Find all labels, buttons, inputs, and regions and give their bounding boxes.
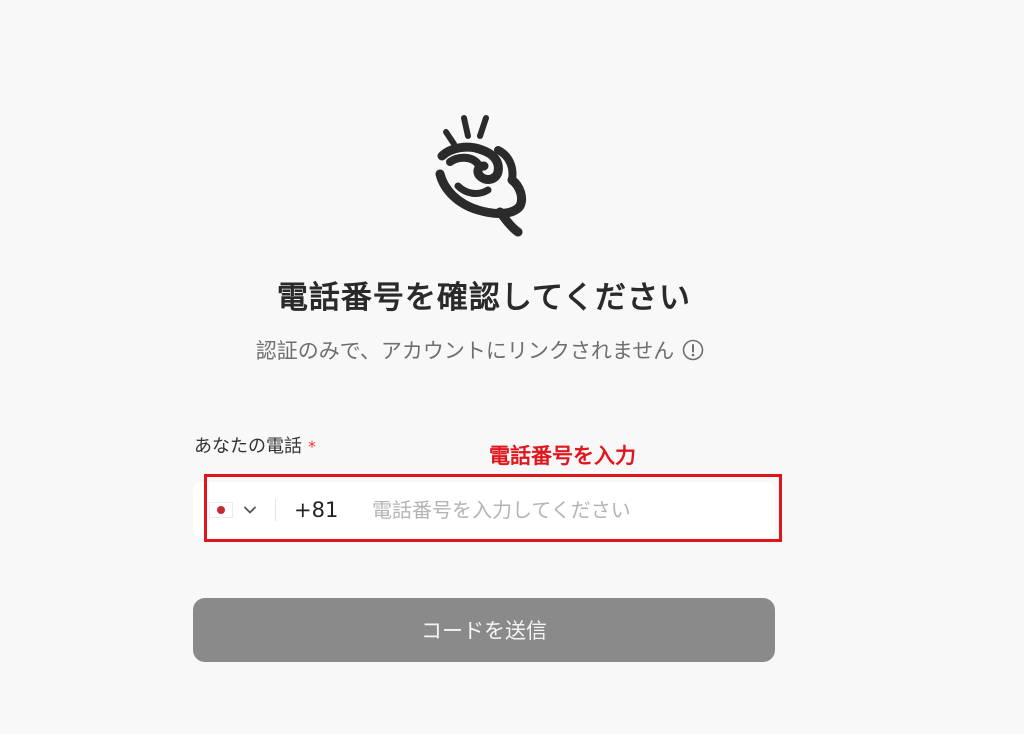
phone-field-label: あなたの電話 * (194, 432, 316, 458)
dial-code: +81 (294, 498, 339, 522)
field-divider (275, 499, 276, 521)
page-subtitle: 認証のみで、アカウントにリンクされません (0, 335, 960, 365)
country-code-select[interactable] (209, 482, 257, 538)
app-logo (428, 110, 540, 238)
phone-label-text: あなたの電話 (194, 436, 302, 457)
info-icon[interactable] (682, 339, 704, 361)
phone-number-input[interactable] (372, 498, 712, 522)
page-title: 電話番号を確認してください (276, 280, 692, 316)
annotation-label: 電話番号を入力 (489, 444, 636, 468)
hand-gesture-logo-icon (435, 115, 527, 237)
required-marker: * (308, 437, 316, 456)
phone-field: +81 (193, 482, 775, 538)
chevron-down-icon (244, 506, 256, 514)
subtitle-text: 認証のみで、アカウントにリンクされません (255, 339, 675, 363)
send-code-button[interactable]: コードを送信 (193, 598, 775, 662)
japan-flag-icon (209, 502, 233, 518)
